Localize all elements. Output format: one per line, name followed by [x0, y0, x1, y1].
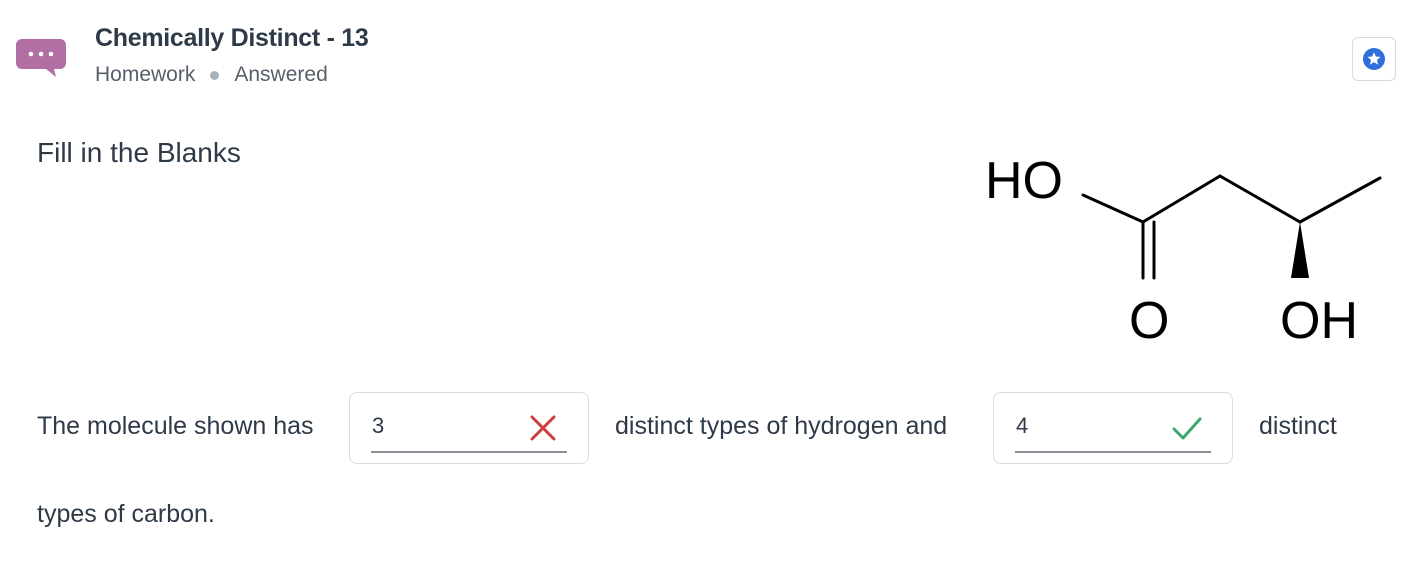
answer-blank-2-underline [1015, 451, 1211, 453]
assignment-status: Answered [234, 63, 328, 86]
answer-blank-1[interactable]: 3 [349, 392, 589, 464]
separator-dot [210, 70, 220, 80]
question-text-part3: distinct [1259, 412, 1337, 440]
molecule-label-oh: OH [1280, 292, 1358, 350]
molecule-label-ho: HO [985, 152, 1063, 210]
assignment-type: Homework [95, 63, 196, 86]
question-text-part4: types of carbon. [37, 500, 215, 528]
answer-blank-1-value: 3 [372, 413, 385, 438]
answer-blank-1-underline [371, 451, 567, 453]
answer-blank-2[interactable]: 4 [993, 392, 1233, 464]
bookmark-button[interactable] [1352, 37, 1396, 81]
question-text-part2: distinct types of hydrogen and [615, 412, 948, 440]
molecule-label-o: O [1129, 292, 1169, 350]
question-text-part1: The molecule shown has [37, 412, 314, 440]
section-title: Fill in the Blanks [37, 137, 241, 168]
assignment-title: Chemically Distinct - 13 [95, 24, 369, 52]
check-mark-icon [1172, 417, 1202, 440]
x-mark-icon [530, 415, 556, 441]
answer-blank-2-value: 4 [1016, 413, 1029, 438]
chat-bubble-icon [16, 39, 66, 77]
star-icon [1363, 48, 1385, 70]
molecule-structure: HO O OH [985, 152, 1382, 350]
assignment-meta: Homework Answered [95, 63, 328, 87]
question-header: Chemically Distinct - 13 Homework Answer… [0, 0, 1422, 100]
